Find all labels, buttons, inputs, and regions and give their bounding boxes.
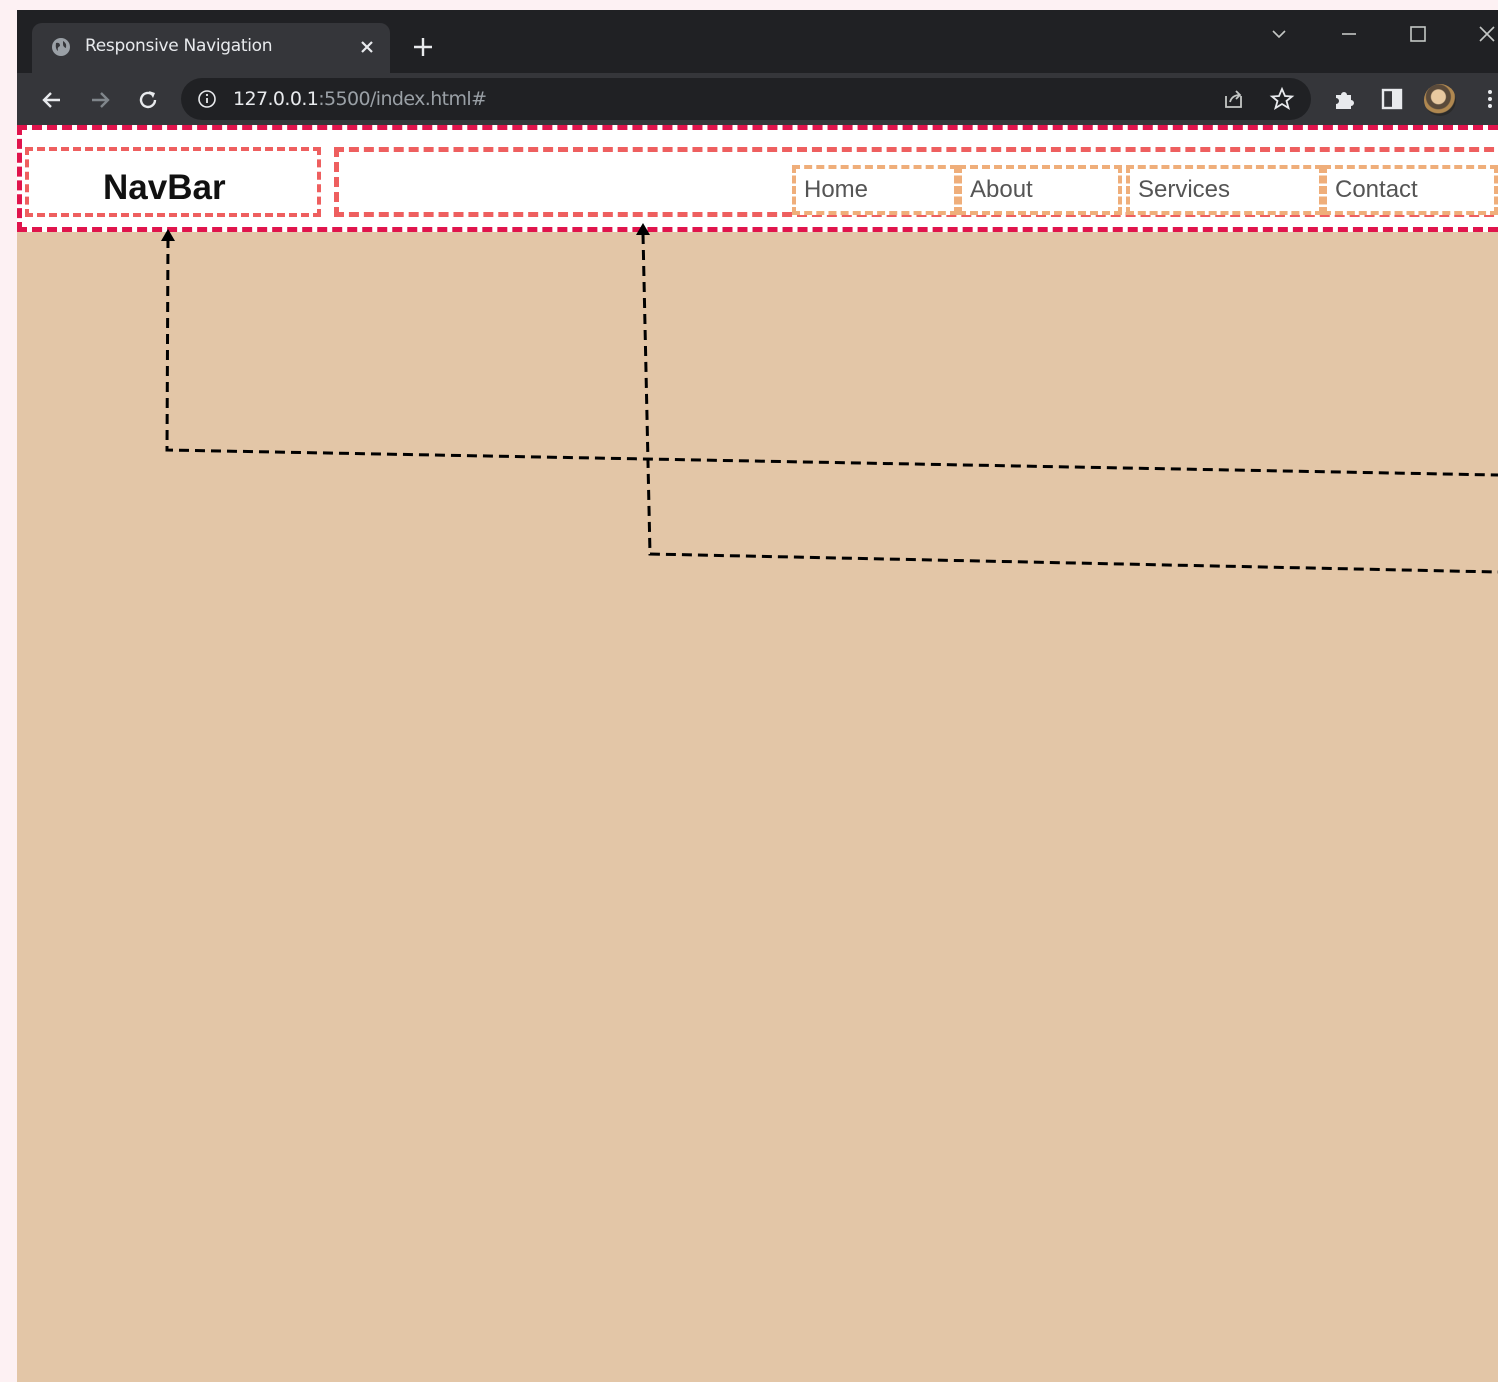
brand-logo-text[interactable]: NavBar bbox=[103, 168, 226, 208]
maximize-icon[interactable] bbox=[1408, 24, 1428, 44]
nav-link-about[interactable]: About bbox=[958, 165, 1122, 215]
share-icon[interactable] bbox=[1221, 86, 1247, 112]
back-arrow-icon[interactable] bbox=[40, 88, 64, 112]
url-path: :5500/index.html# bbox=[318, 88, 487, 110]
browser-toolbar: 127.0.0.1:5500/index.html# bbox=[17, 73, 1498, 125]
nav-link-services[interactable]: Services bbox=[1126, 165, 1323, 215]
info-icon[interactable] bbox=[197, 89, 217, 109]
tab-strip: Responsive Navigation bbox=[17, 10, 1498, 73]
tab-responsive-navigation[interactable]: Responsive Navigation bbox=[32, 23, 390, 73]
brand-annotation-arrow bbox=[165, 237, 1498, 477]
close-icon[interactable] bbox=[358, 38, 376, 56]
tab-title: Responsive Navigation bbox=[85, 36, 273, 56]
brand-container: NavBar bbox=[25, 147, 321, 217]
navbar: NavBar Home About Services Contact bbox=[17, 125, 1498, 232]
globe-icon bbox=[52, 38, 70, 56]
chevron-down-icon[interactable] bbox=[1269, 24, 1289, 44]
nav-link-home[interactable]: Home bbox=[792, 165, 958, 215]
menu-annotation-arrow bbox=[641, 233, 1498, 574]
annotation-arrows bbox=[161, 223, 1498, 574]
reload-icon[interactable] bbox=[136, 88, 160, 112]
url-host: 127.0.0.1 bbox=[233, 88, 319, 110]
page-viewport: NavBar Home About Services Contact bbox=[17, 125, 1498, 1382]
forward-arrow-icon[interactable] bbox=[88, 88, 112, 112]
nav-link-contact[interactable]: Contact bbox=[1323, 165, 1498, 215]
browser-window: Responsive Navigation 127.0.0.1:5500/ind… bbox=[17, 10, 1498, 1382]
nav-menu-container: Home About Services Contact bbox=[334, 147, 1498, 217]
profile-avatar[interactable] bbox=[1424, 84, 1456, 116]
bookmark-star-icon[interactable] bbox=[1269, 86, 1295, 112]
url-text[interactable]: 127.0.0.1:5500/index.html# bbox=[233, 88, 487, 110]
more-vert-icon[interactable] bbox=[1477, 86, 1498, 112]
minimize-icon[interactable] bbox=[1339, 24, 1359, 44]
close-window-icon[interactable] bbox=[1477, 24, 1497, 44]
extensions-puzzle-icon[interactable] bbox=[1331, 86, 1357, 112]
address-bar[interactable]: 127.0.0.1:5500/index.html# bbox=[181, 78, 1311, 120]
new-tab-plus-icon[interactable] bbox=[412, 36, 434, 58]
side-panel-icon[interactable] bbox=[1379, 86, 1405, 112]
